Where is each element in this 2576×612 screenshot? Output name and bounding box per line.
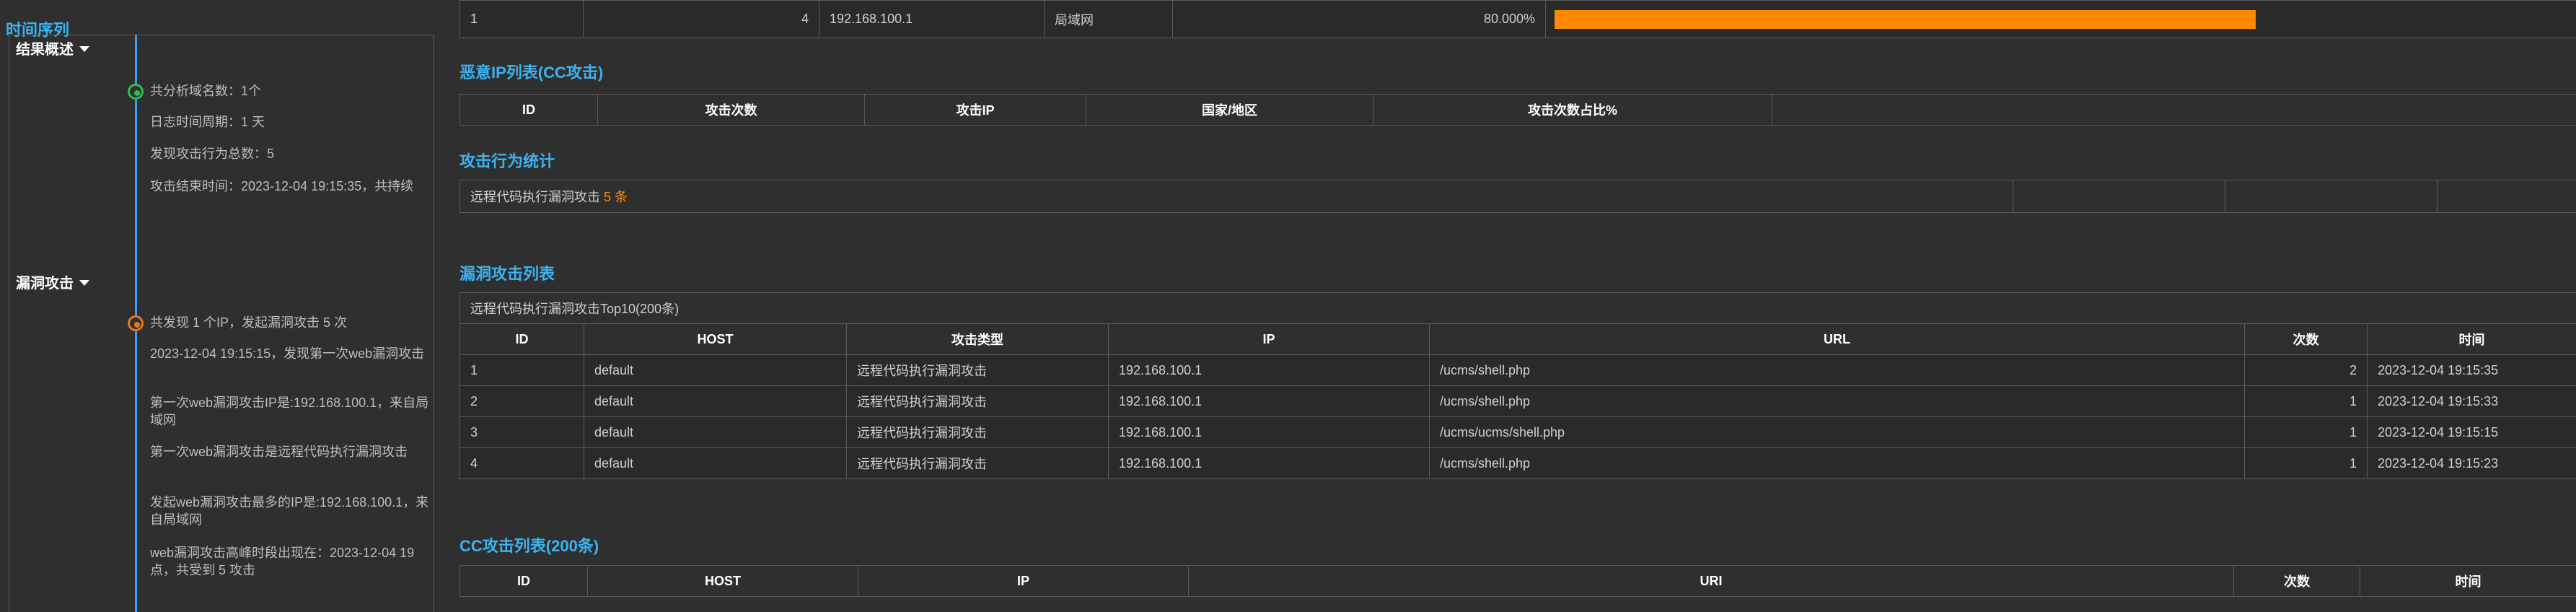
percent-bar-fill xyxy=(1555,9,2256,29)
cell-url: /ucms/shell.php xyxy=(1429,447,2245,479)
cell-host: default xyxy=(584,385,847,417)
cell-host: default xyxy=(584,416,847,448)
col-header-host[interactable]: HOST xyxy=(587,565,858,597)
col-header-count[interactable]: 次数 xyxy=(2233,565,2360,597)
section-summary-toggle[interactable]: 结果概述 xyxy=(16,38,89,58)
col-header-empty xyxy=(1772,94,2576,126)
percent-bar xyxy=(1555,9,2431,29)
col-header-count[interactable]: 次数 xyxy=(2244,323,2368,355)
col-header-ip[interactable]: IP xyxy=(858,565,1189,597)
cell-id: 3 xyxy=(460,416,584,448)
timeline-event: 共分析域名数：1个 xyxy=(150,84,262,98)
cell-ip: 192.168.100.1 xyxy=(1108,385,1430,417)
col-header-url[interactable]: URL xyxy=(1429,323,2245,355)
cell-attack-type: 远程代码执行漏洞攻击 xyxy=(846,447,1109,479)
cell-count: 1 xyxy=(2244,447,2368,479)
table-row[interactable]: 1 default 远程代码执行漏洞攻击 192.168.100.1 /ucms… xyxy=(460,354,2576,386)
timeline-event: 共发现 1 个IP，发起漏洞攻击 5 次 xyxy=(150,315,348,330)
table-row[interactable]: 4 default 远程代码执行漏洞攻击 192.168.100.1 /ucms… xyxy=(460,447,2576,479)
cell-ip: 192.168.100.1 xyxy=(1108,416,1430,448)
col-header-uri[interactable]: URI xyxy=(1188,565,2234,597)
cell-count: 1 xyxy=(2244,385,2368,417)
attack-stat-cell: 远程代码执行漏洞攻击 5 条 xyxy=(460,180,2013,213)
col-header-time[interactable]: 时间 xyxy=(2367,323,2576,355)
col-header-id[interactable]: ID xyxy=(460,565,588,597)
section-vuln-toggle[interactable]: 漏洞攻击 xyxy=(16,271,89,292)
vuln-list-title: 漏洞攻击列表 xyxy=(460,265,555,283)
cell-count: 1 xyxy=(2244,416,2368,448)
col-header-id[interactable]: ID xyxy=(460,323,584,355)
col-header-count[interactable]: 攻击次数 xyxy=(597,94,865,126)
timeline-event: 2023-12-04 19:15:15，发现第一次web漏洞攻击 xyxy=(150,346,425,361)
cell-count: 2 xyxy=(2244,354,2368,386)
cell-attack-type: 远程代码执行漏洞攻击 xyxy=(846,385,1109,417)
timeline-event: 发现攻击行为总数：5 xyxy=(150,147,275,161)
cell-attack-type: 远程代码执行漏洞攻击 xyxy=(846,416,1109,448)
col-header-ip[interactable]: 攻击IP xyxy=(864,94,1086,126)
table-row[interactable]: 3 default 远程代码执行漏洞攻击 192.168.100.1 /ucms… xyxy=(460,416,2576,448)
timeline-event: 攻击结束时间：2023-12-04 19:15:35，共持续 xyxy=(150,179,414,193)
col-header-ip[interactable]: IP xyxy=(1108,323,1430,355)
cell-ip: 192.168.100.1 xyxy=(819,0,1045,38)
cc-ip-list-title: 恶意IP列表(CC攻击) xyxy=(460,64,604,82)
caret-down-icon xyxy=(79,279,89,286)
top-ip-table: 1 4 192.168.100.1 局域网 80.000% xyxy=(460,0,2576,38)
timeline-panel: 时间序列 结果概述 共分析域名数：1个 日志时间周期：1 天 发现攻击行为总数：… xyxy=(0,0,437,612)
timeline-event: 第一次web漏洞攻击IP是:192.168.100.1，来自局域网 xyxy=(150,395,429,427)
cell-url: /ucms/shell.php xyxy=(1429,354,2245,386)
table-row[interactable]: 远程代码执行漏洞攻击 5 条 xyxy=(460,180,2576,213)
caret-down-icon xyxy=(79,45,89,52)
col-header-attack-type[interactable]: 攻击类型 xyxy=(846,323,1109,355)
timeline-event: web漏洞攻击高峰时段出现在：2023-12-04 19点，共受到 5 攻击 xyxy=(150,546,415,577)
percent-bar-cell xyxy=(1545,0,2576,38)
attack-stats-title: 攻击行为统计 xyxy=(460,152,555,170)
cc-ip-table: ID 攻击次数 攻击IP 国家/地区 攻击次数占比% xyxy=(460,94,2576,126)
cell-region: 局域网 xyxy=(1044,0,1173,38)
attack-type-label: 远程代码执行漏洞攻击 xyxy=(470,190,600,204)
cell-time: 2023-12-04 19:15:23 xyxy=(2367,447,2576,479)
cell-count: 4 xyxy=(583,0,819,38)
cell-attack-type: 远程代码执行漏洞攻击 xyxy=(846,354,1109,386)
vuln-table-caption: 远程代码执行漏洞攻击Top10(200条) xyxy=(460,292,2576,324)
table-row[interactable]: 2 default 远程代码执行漏洞攻击 192.168.100.1 /ucms… xyxy=(460,385,2576,417)
col-header-host[interactable]: HOST xyxy=(584,323,847,355)
col-header-id[interactable]: ID xyxy=(460,94,598,126)
empty-cell xyxy=(2225,180,2437,213)
empty-cell xyxy=(2013,180,2225,213)
cell-host: default xyxy=(584,354,847,386)
timeline-event: 日志时间周期：1 天 xyxy=(150,115,265,129)
vuln-table: 远程代码执行漏洞攻击Top10(200条) ID HOST 攻击类型 IP UR… xyxy=(460,292,2576,479)
cell-id: 4 xyxy=(460,447,584,479)
cc-list-title: CC攻击列表(200条) xyxy=(460,537,599,555)
cell-url: /ucms/shell.php xyxy=(1429,385,2245,417)
green-dot-icon xyxy=(128,84,144,100)
section-summary-heading: 结果概述 xyxy=(16,42,74,58)
section-vuln-heading: 漏洞攻击 xyxy=(16,276,74,292)
col-header-percent[interactable]: 攻击次数占比% xyxy=(1373,94,1772,126)
cell-ip: 192.168.100.1 xyxy=(1108,447,1430,479)
attack-count: 5 条 xyxy=(604,190,628,204)
empty-cell xyxy=(2437,180,2576,213)
col-header-region[interactable]: 国家/地区 xyxy=(1086,94,1373,126)
orange-dot-icon xyxy=(128,315,144,331)
cell-url: /ucms/ucms/shell.php xyxy=(1429,416,2245,448)
cell-id: 2 xyxy=(460,385,584,417)
cell-id: 1 xyxy=(460,354,584,386)
cell-percent: 80.000% xyxy=(1172,0,1546,38)
attack-stats-table: 远程代码执行漏洞攻击 5 条 xyxy=(460,180,2576,213)
timeline-event: 发起web漏洞攻击最多的IP是:192.168.100.1，来自局域网 xyxy=(150,495,429,527)
cell-id: 1 xyxy=(460,0,584,38)
cell-time: 2023-12-04 19:15:33 xyxy=(2367,385,2576,417)
cell-ip: 192.168.100.1 xyxy=(1108,354,1430,386)
table-row[interactable]: 1 4 192.168.100.1 局域网 80.000% xyxy=(460,0,2576,38)
cell-host: default xyxy=(584,447,847,479)
timeline-event: 第一次web漏洞攻击是远程代码执行漏洞攻击 xyxy=(150,445,408,459)
cell-time: 2023-12-04 19:15:15 xyxy=(2367,416,2576,448)
col-header-time[interactable]: 时间 xyxy=(2360,565,2576,597)
cell-time: 2023-12-04 19:15:35 xyxy=(2367,354,2576,386)
cc-table: ID HOST IP URI 次数 时间 xyxy=(460,565,2576,597)
